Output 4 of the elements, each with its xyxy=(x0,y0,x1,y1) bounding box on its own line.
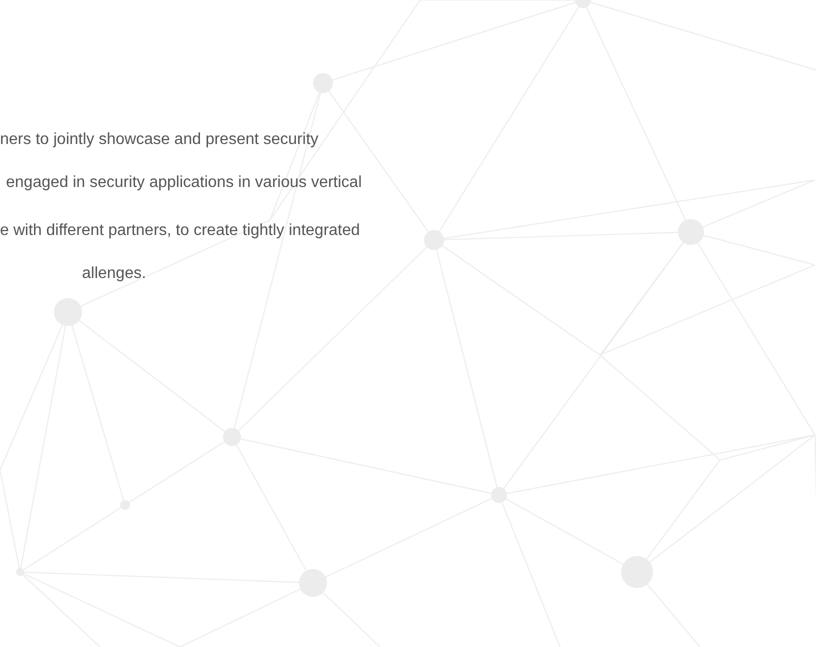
paragraph-line: ners to jointly showcase and present security xyxy=(0,130,318,150)
paragraph-line: allenges. xyxy=(82,264,146,284)
paragraph-line: engaged in security applications in various vertical xyxy=(6,173,362,193)
paragraph-line: e with different partners, to create tightly integrated xyxy=(0,221,360,241)
